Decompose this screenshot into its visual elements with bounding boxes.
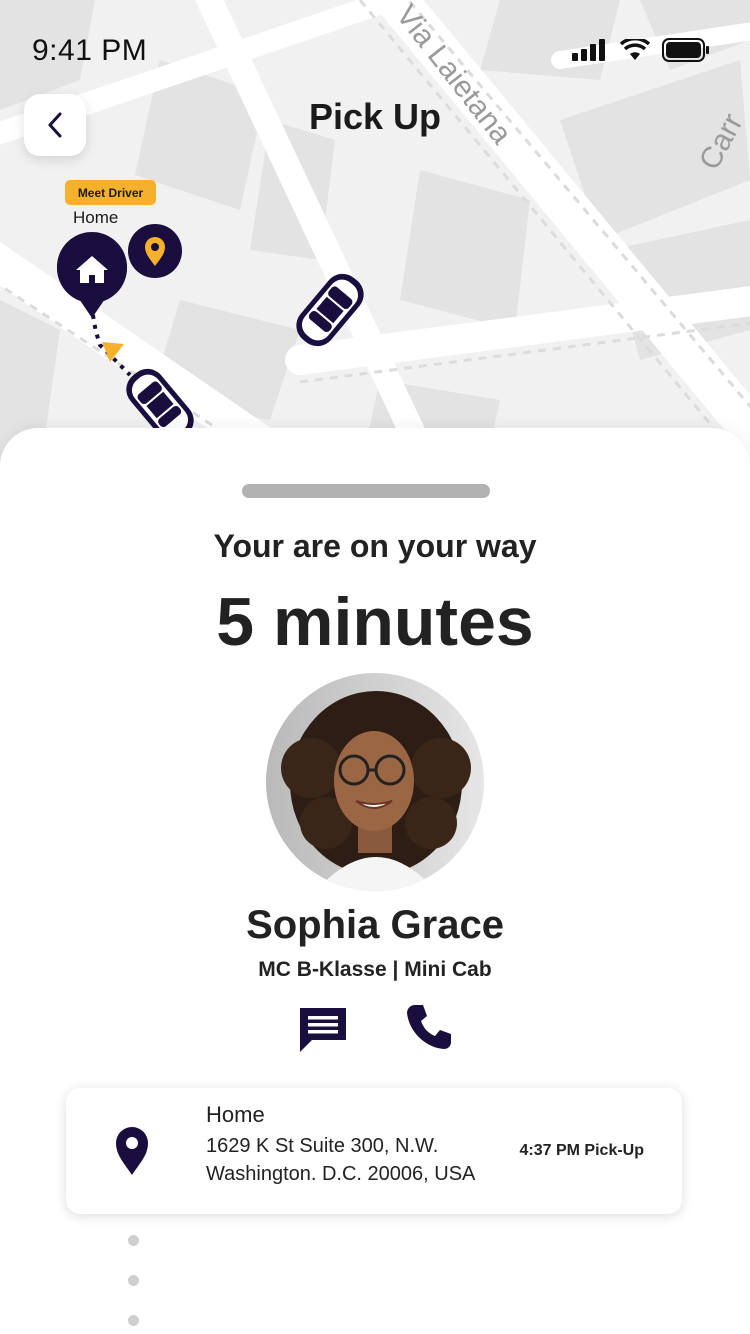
pickup-address-line1: 1629 K St Suite 300, N.W. [206,1135,439,1157]
driver-avatar [266,673,484,891]
pickup-title: Home [206,1102,265,1127]
location-pin-icon [116,1127,148,1175]
page-title: Pick Up [308,96,442,137]
route-dot [128,1315,139,1326]
location-marker[interactable] [128,224,182,278]
battery-icon [662,38,709,62]
phone-icon [407,1005,451,1049]
status-time: 9:41 PM [32,34,148,67]
status-icons [572,38,710,62]
message-driver-button[interactable] [298,1006,348,1054]
trip-status-text: Your are on your way [213,528,537,564]
meet-driver-badge[interactable]: Meet Driver [65,180,156,205]
route-dot [128,1275,139,1286]
home-marker-label: Home [73,208,119,227]
pickup-location-card[interactable]: Home 1629 K St Suite 300, N.W. Washingto… [66,1088,682,1214]
trip-bottom-sheet: Your are on your way 5 minutes Sophia Gr… [0,428,750,1334]
chat-message-icon [300,1008,346,1052]
wifi-icon [620,39,650,60]
map-view[interactable]: Via Laietana Carr [0,0,750,470]
pickup-address-line2: Washington. D.C. 20006, USA [206,1163,476,1185]
vehicle-info: MC B-Klasse | Mini Cab [258,958,492,981]
driver-name: Sophia Grace [246,903,504,947]
route-dot [128,1235,139,1246]
cellular-signal-icon [572,39,605,61]
eta-text: 5 minutes [216,584,534,660]
call-driver-button[interactable] [404,1002,454,1052]
pickup-time: 4:37 PM Pick-Up [519,1142,644,1159]
sheet-drag-handle[interactable] [242,484,490,498]
